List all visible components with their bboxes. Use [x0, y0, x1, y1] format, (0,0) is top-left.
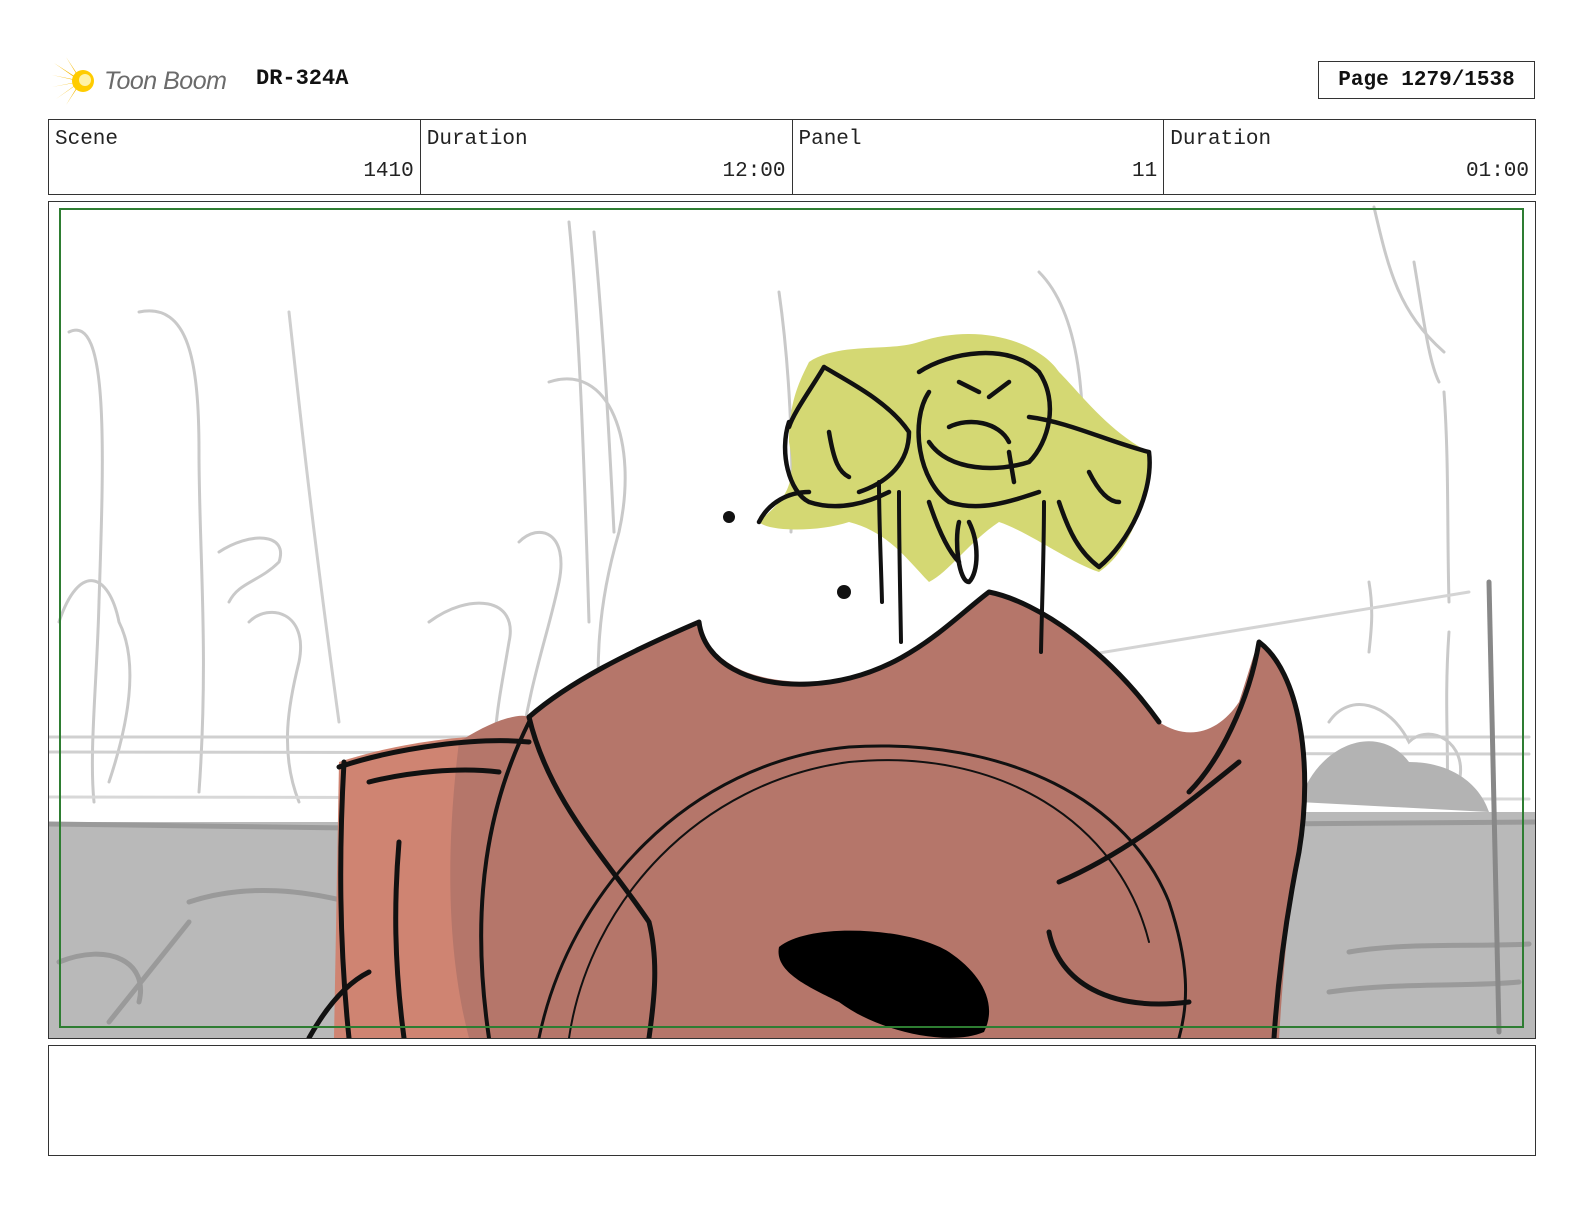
starburst-icon — [52, 57, 94, 105]
scene-value: 1410 — [363, 160, 414, 183]
toon-boom-logo: Toon Boom — [52, 56, 227, 106]
scene-duration-value: 12:00 — [722, 160, 786, 183]
scene-label: Scene — [55, 128, 119, 151]
panel-duration-value: 01:00 — [1465, 160, 1529, 183]
panel-label: Panel — [798, 128, 862, 151]
character-sketch — [306, 589, 1308, 1038]
panel-value: 11 — [1132, 160, 1158, 183]
logo-text: Toon Boom — [104, 66, 227, 95]
panel-notes-box — [48, 1045, 1536, 1156]
scene-cell: Scene 1410 — [49, 120, 421, 194]
panel-duration-label: Duration — [1170, 128, 1272, 151]
scene-duration-label: Duration — [426, 128, 528, 151]
storyboard-panel — [48, 201, 1536, 1039]
page-indicator: Page 1279/1538 — [1318, 61, 1535, 99]
panel-drawing — [49, 205, 1535, 1038]
panel-duration-cell: Duration 01:00 — [1164, 120, 1535, 194]
sheet-code: DR-324A — [256, 66, 349, 91]
scene-duration-cell: Duration 12:00 — [421, 120, 793, 194]
panel-cell: Panel 11 — [793, 120, 1165, 194]
scene-info-table: Scene 1410 Duration 12:00 Panel 11 Durat… — [48, 119, 1536, 195]
